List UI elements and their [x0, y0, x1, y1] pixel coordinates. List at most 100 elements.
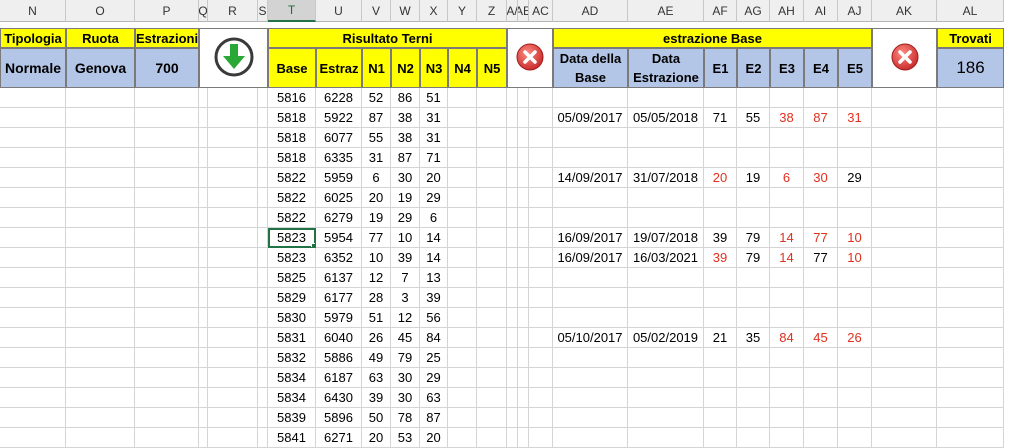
cell-ab-0[interactable] — [518, 88, 529, 108]
cell-ab-3[interactable] — [518, 148, 529, 168]
cell-ab-6[interactable] — [518, 208, 529, 228]
cell-p-1[interactable] — [135, 108, 199, 128]
cell-ae-16[interactable] — [628, 408, 704, 428]
tipologia-value[interactable]: Normale — [0, 48, 66, 88]
cell-af-5[interactable] — [704, 188, 737, 208]
cell-q-2[interactable] — [199, 128, 208, 148]
column-header-al[interactable]: AL — [937, 0, 1004, 22]
cell-ah-5[interactable] — [770, 188, 804, 208]
cell-y-13[interactable] — [448, 348, 477, 368]
column-header-v[interactable]: V — [362, 0, 391, 22]
cell-base[interactable]: 5825 — [268, 268, 316, 288]
column-header-r[interactable]: R — [208, 0, 258, 22]
cell-p-15[interactable] — [135, 388, 199, 408]
cell-z-14[interactable] — [477, 368, 507, 388]
cell-n2[interactable]: 38 — [391, 128, 420, 148]
cell-ak-11[interactable] — [872, 308, 937, 328]
cell-ab-4[interactable] — [518, 168, 529, 188]
cell-n3[interactable]: 31 — [420, 108, 448, 128]
cell-n1[interactable]: 63 — [362, 368, 391, 388]
cell-ah-3[interactable] — [770, 148, 804, 168]
cell-aj-16[interactable] — [838, 408, 872, 428]
cell-z-4[interactable] — [477, 168, 507, 188]
cell-ag-15[interactable] — [737, 388, 770, 408]
cell-n-10[interactable] — [0, 288, 66, 308]
cell-n2[interactable]: 78 — [391, 408, 420, 428]
cell-n2[interactable]: 45 — [391, 328, 420, 348]
cell-ah-13[interactable] — [770, 348, 804, 368]
cell-n3[interactable]: 87 — [420, 408, 448, 428]
cell-e5[interactable]: 31 — [838, 108, 872, 128]
cell-ag-17[interactable] — [737, 428, 770, 448]
cell-ak-2[interactable] — [872, 128, 937, 148]
cell-y-16[interactable] — [448, 408, 477, 428]
cell-estraz[interactable]: 6279 — [316, 208, 362, 228]
cell-o-9[interactable] — [66, 268, 135, 288]
cell-r-9[interactable] — [208, 268, 258, 288]
cell-n3[interactable]: 71 — [420, 148, 448, 168]
cell-p-16[interactable] — [135, 408, 199, 428]
cell-y-17[interactable] — [448, 428, 477, 448]
cell-aa-16[interactable] — [507, 408, 518, 428]
cell-q-8[interactable] — [199, 248, 208, 268]
ruota-value[interactable]: Genova — [66, 48, 135, 88]
cell-s-4[interactable] — [258, 168, 268, 188]
cell-z-0[interactable] — [477, 88, 507, 108]
cell-q-17[interactable] — [199, 428, 208, 448]
cell-p-0[interactable] — [135, 88, 199, 108]
cell-r-4[interactable] — [208, 168, 258, 188]
cell-n3[interactable]: 51 — [420, 88, 448, 108]
cell-p-12[interactable] — [135, 328, 199, 348]
cell-n1[interactable]: 19 — [362, 208, 391, 228]
cell-ah-11[interactable] — [770, 308, 804, 328]
cell-ab-2[interactable] — [518, 128, 529, 148]
cell-al-11[interactable] — [937, 308, 1004, 328]
cell-ac-0[interactable] — [529, 88, 553, 108]
cell-o-8[interactable] — [66, 248, 135, 268]
cell-ai-16[interactable] — [804, 408, 838, 428]
column-header-q[interactable]: Q — [199, 0, 208, 22]
cell-e4[interactable]: 77 — [804, 248, 838, 268]
cell-e3[interactable]: 38 — [770, 108, 804, 128]
cell-ak-6[interactable] — [872, 208, 937, 228]
cell-af-6[interactable] — [704, 208, 737, 228]
cell-ai-15[interactable] — [804, 388, 838, 408]
cell-ah-15[interactable] — [770, 388, 804, 408]
cell-ai-2[interactable] — [804, 128, 838, 148]
cell-ab-11[interactable] — [518, 308, 529, 328]
cell-ab-1[interactable] — [518, 108, 529, 128]
cell-ab-12[interactable] — [518, 328, 529, 348]
cell-y-3[interactable] — [448, 148, 477, 168]
cell-n-15[interactable] — [0, 388, 66, 408]
cell-al-0[interactable] — [937, 88, 1004, 108]
cell-n3[interactable]: 84 — [420, 328, 448, 348]
cell-al-7[interactable] — [937, 228, 1004, 248]
cell-ab-15[interactable] — [518, 388, 529, 408]
cell-base[interactable]: 5841 — [268, 428, 316, 448]
cell-ab-17[interactable] — [518, 428, 529, 448]
column-header-y[interactable]: Y — [448, 0, 477, 22]
cell-q-1[interactable] — [199, 108, 208, 128]
cell-aa-14[interactable] — [507, 368, 518, 388]
cell-al-16[interactable] — [937, 408, 1004, 428]
active-cell[interactable]: 5823 — [268, 228, 316, 248]
cell-s-2[interactable] — [258, 128, 268, 148]
cell-s-9[interactable] — [258, 268, 268, 288]
cell-ac-10[interactable] — [529, 288, 553, 308]
cell-af-17[interactable] — [704, 428, 737, 448]
cell-q-0[interactable] — [199, 88, 208, 108]
cell-n-11[interactable] — [0, 308, 66, 328]
cell-ac-5[interactable] — [529, 188, 553, 208]
column-header-u[interactable]: U — [316, 0, 362, 22]
cell-ai-13[interactable] — [804, 348, 838, 368]
cell-ac-4[interactable] — [529, 168, 553, 188]
cell-ak-7[interactable] — [872, 228, 937, 248]
cell-z-1[interactable] — [477, 108, 507, 128]
cell-n-16[interactable] — [0, 408, 66, 428]
cell-af-15[interactable] — [704, 388, 737, 408]
cell-y-5[interactable] — [448, 188, 477, 208]
cell-af-16[interactable] — [704, 408, 737, 428]
cell-n2[interactable]: 19 — [391, 188, 420, 208]
cell-e4[interactable]: 87 — [804, 108, 838, 128]
cell-data-base[interactable]: 14/09/2017 — [553, 168, 628, 188]
